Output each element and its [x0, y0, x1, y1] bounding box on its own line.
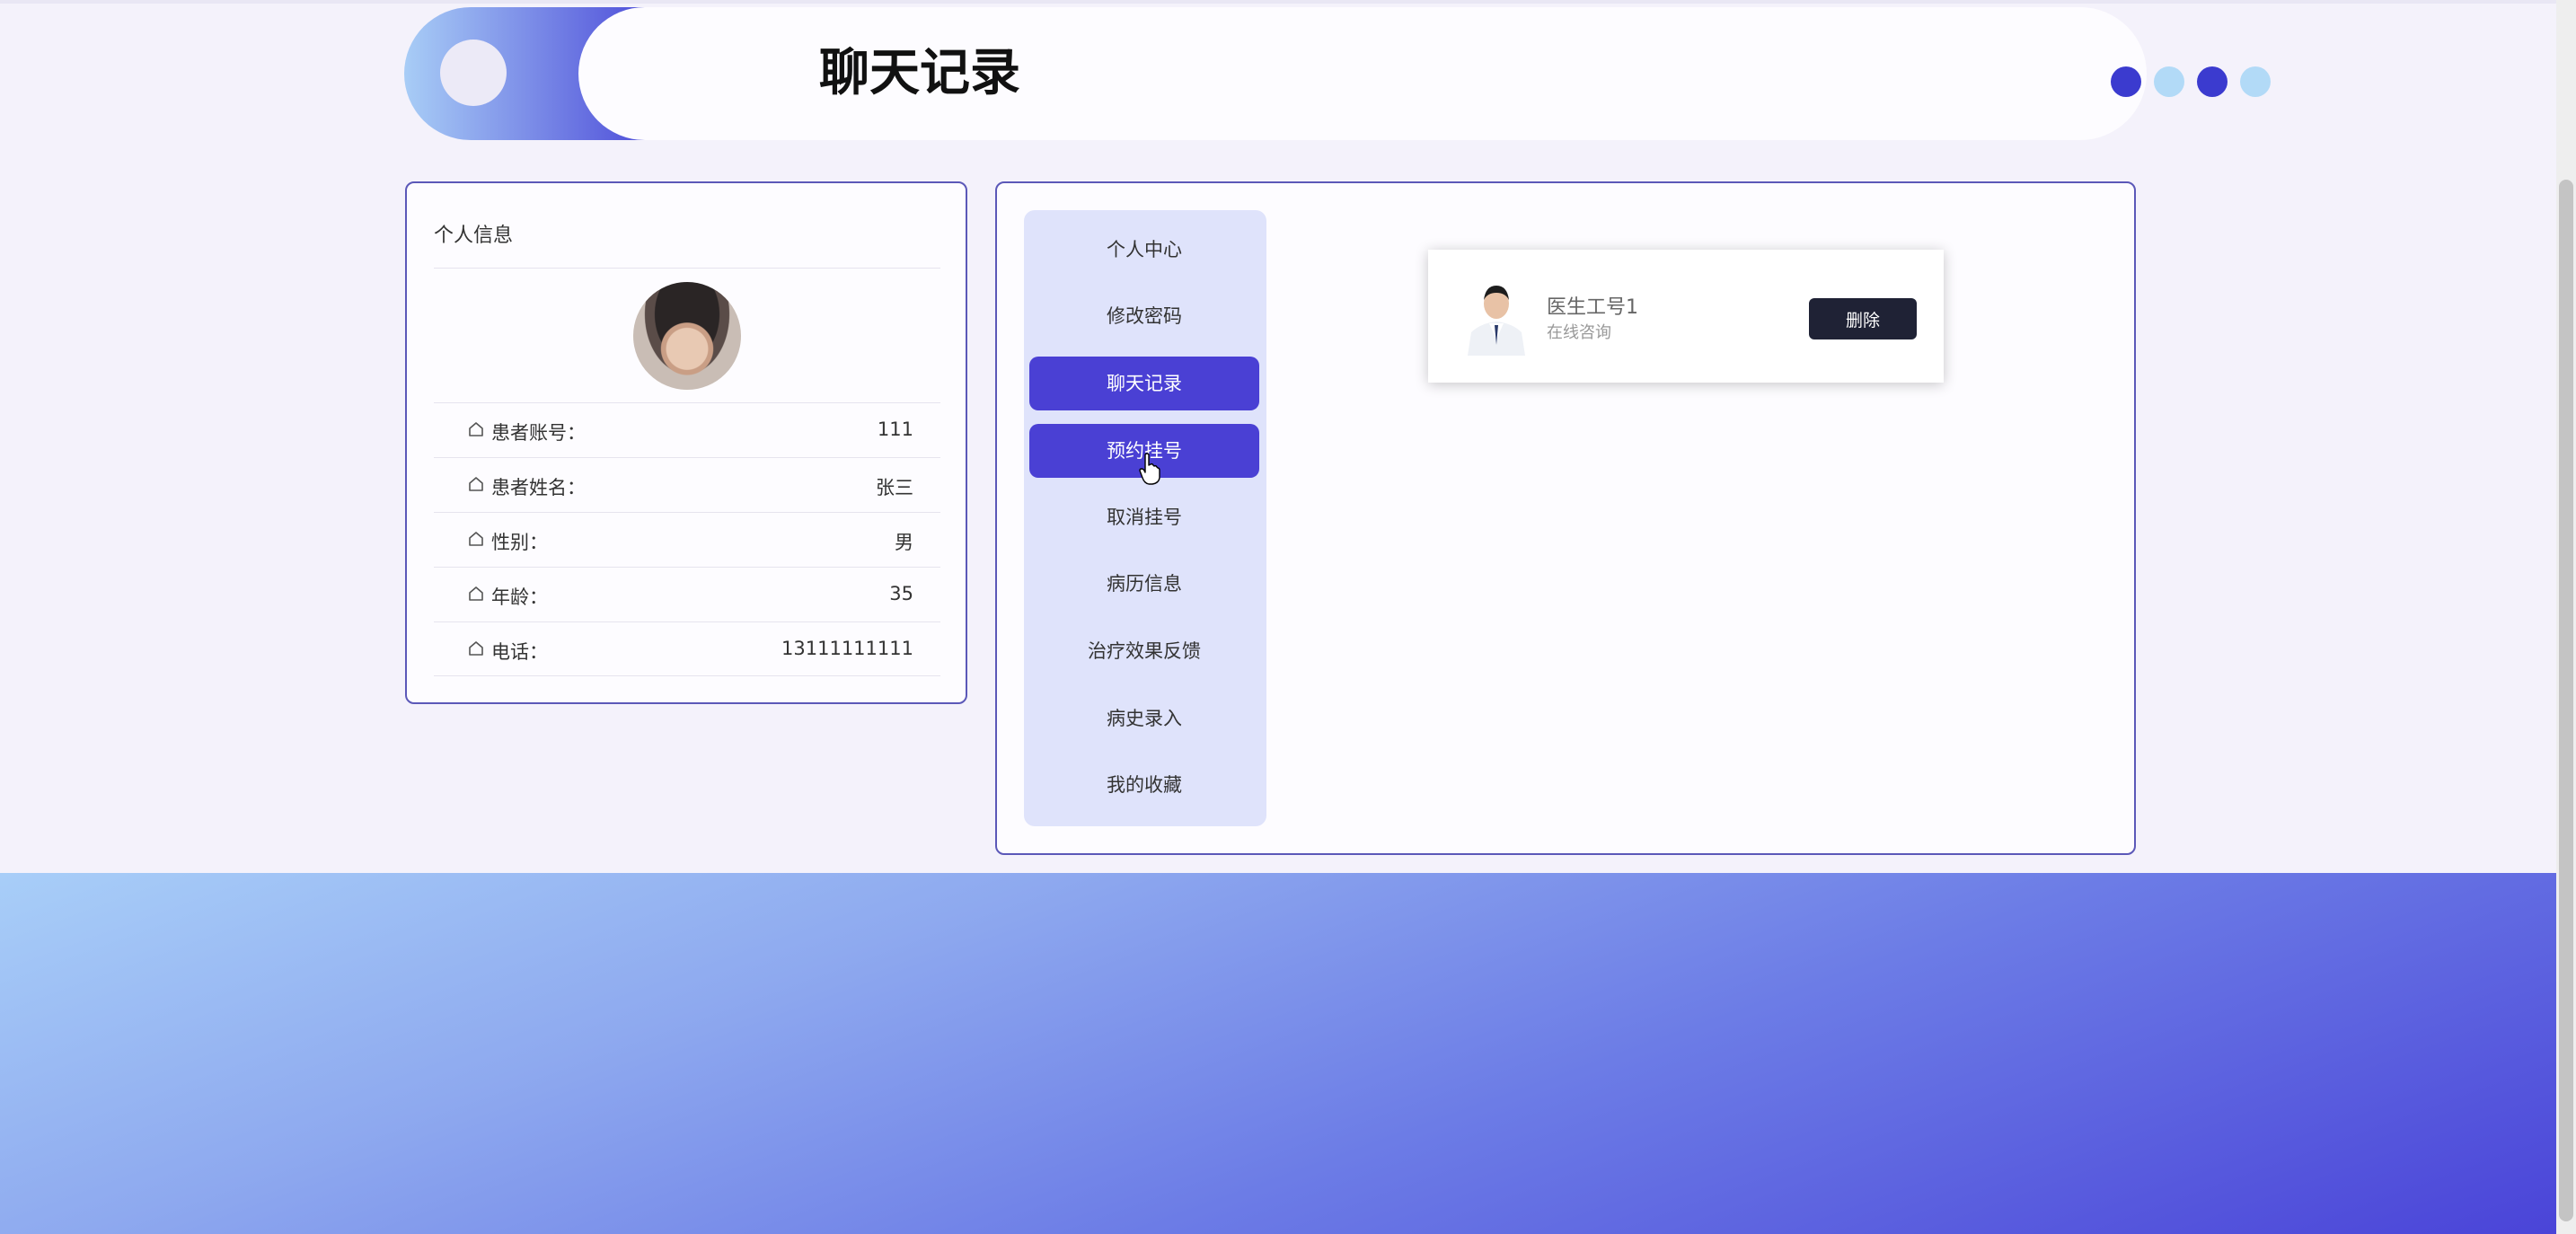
info-value: 13111111111 [781, 638, 913, 659]
menu-item-favorites[interactable]: 我的收藏 [1029, 758, 1259, 812]
menu-item-cancel-appointment[interactable]: 取消挂号 [1029, 490, 1259, 544]
delete-button[interactable]: 删除 [1809, 298, 1917, 339]
side-menu: 个人中心 修改密码 聊天记录 预约挂号 取消挂号 病历信息 治疗效果反馈 病史录… [1024, 210, 1266, 826]
home-icon [469, 532, 483, 546]
top-divider [0, 0, 2556, 4]
main-panel: 个人中心 修改密码 聊天记录 预约挂号 取消挂号 病历信息 治疗效果反馈 病史录… [995, 181, 2136, 855]
info-row-gender: 性别： 男 [434, 512, 940, 567]
info-row-name: 患者姓名： 张三 [434, 457, 940, 512]
info-label: 性别： [491, 532, 548, 553]
info-row-age: 年龄： 35 [434, 567, 940, 621]
menu-item-chat-history[interactable]: 聊天记录 [1029, 357, 1259, 410]
info-label: 电话： [491, 641, 548, 663]
title-banner: 聊天记录 [404, 7, 2271, 140]
info-row-account: 患者账号： 111 [434, 402, 940, 457]
divider [434, 675, 940, 676]
decor-dot-icon [2240, 66, 2271, 97]
home-icon [469, 422, 483, 436]
info-label: 患者账号： [491, 422, 586, 444]
info-value: 111 [877, 419, 913, 440]
title-banner-pill: 聊天记录 [578, 7, 2271, 140]
menu-item-treatment-feedback[interactable]: 治疗效果反馈 [1029, 624, 1259, 678]
info-row-phone: 电话： 13111111111 [434, 621, 940, 676]
decor-dot-icon [2154, 66, 2184, 97]
menu-item-change-password[interactable]: 修改密码 [1029, 289, 1259, 343]
home-icon [469, 586, 483, 601]
info-label: 年龄： [491, 586, 548, 608]
chat-record-card[interactable]: 医生工号1 在线咨询 删除 [1428, 250, 1944, 383]
info-value: 男 [895, 532, 913, 553]
decor-dot-icon [2197, 66, 2228, 97]
scrollbar-thumb[interactable] [2559, 180, 2573, 1221]
doctor-name: 医生工号1 [1547, 296, 1638, 319]
doctor-avatar [1462, 277, 1531, 356]
info-label: 患者姓名： [491, 477, 586, 498]
home-icon [469, 641, 483, 656]
page-title: 聊天记录 [819, 44, 1020, 102]
info-value: 张三 [876, 477, 913, 498]
menu-item-medical-records[interactable]: 病历信息 [1029, 557, 1259, 611]
circle-icon [440, 40, 507, 106]
decor-dot-icon [2111, 66, 2141, 97]
footer-gradient [0, 873, 2556, 1234]
menu-item-history-entry[interactable]: 病史录入 [1029, 692, 1259, 745]
page: 聊天记录 个人信息 患者账号： 111 患者姓名： 张三 性别： 男 年龄： 3… [0, 0, 2556, 1234]
chat-subtitle: 在线咨询 [1547, 323, 1611, 342]
hand-cursor-icon [1139, 453, 1160, 485]
home-icon [469, 477, 483, 491]
avatar [633, 282, 741, 390]
scrollbar[interactable] [2556, 0, 2576, 1234]
info-value: 35 [889, 583, 913, 604]
menu-item-personal-center[interactable]: 个人中心 [1029, 223, 1259, 277]
profile-card: 个人信息 患者账号： 111 患者姓名： 张三 性别： 男 年龄： 35 电话：… [405, 181, 967, 704]
profile-card-title: 个人信息 [434, 219, 940, 269]
